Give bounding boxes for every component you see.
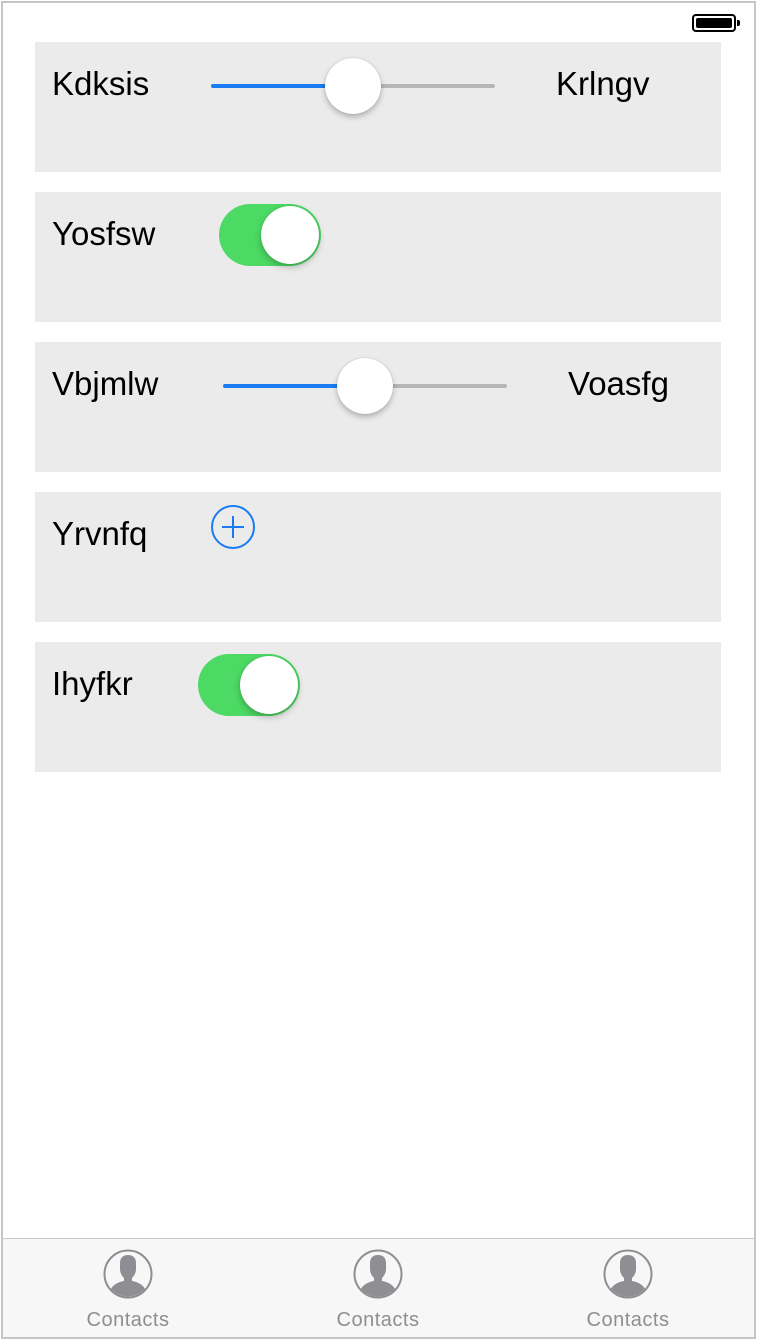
tab-contacts-1[interactable]: Contacts (3, 1239, 253, 1337)
settings-row-yrvnfq: Yrvnfq (35, 492, 721, 622)
add-button[interactable] (211, 505, 255, 549)
slider-thumb[interactable] (337, 358, 393, 414)
row-label: Vbjmlw (52, 365, 159, 402)
tab-label: Contacts (86, 1309, 170, 1331)
battery-level (696, 18, 732, 28)
slider-max-label: Krlngv (556, 65, 650, 102)
row-label: Ihyfkr (52, 665, 133, 702)
settings-row-vbjmlw: Vbjmlw Voasfg (35, 342, 721, 472)
battery-icon (692, 14, 740, 32)
row-label: Yosfsw (52, 215, 156, 252)
contact-icon (603, 1249, 653, 1299)
settings-row-yosfsw: Yosfsw (35, 192, 721, 322)
settings-row-ihyfkr: Ihyfkr (35, 642, 721, 772)
tab-label: Contacts (586, 1309, 670, 1331)
kdksis-slider[interactable] (211, 58, 495, 114)
toggle-knob (261, 206, 319, 264)
yosfsw-toggle[interactable] (219, 204, 321, 266)
toggle-knob (240, 656, 298, 714)
ihyfkr-toggle[interactable] (198, 654, 300, 716)
tab-contacts-3[interactable]: Contacts (503, 1239, 753, 1337)
app-screen: Kdksis Krlngv Yosfsw Vbjmlw Voasfg Yrvnf… (1, 1, 756, 1339)
contact-icon (103, 1249, 153, 1299)
vbjmlw-slider[interactable] (223, 358, 507, 414)
row-label: Kdksis (52, 65, 150, 102)
settings-row-kdksis: Kdksis Krlngv (35, 42, 721, 172)
slider-max-label: Voasfg (568, 365, 669, 402)
tab-bar: Contacts Contacts Contacts (3, 1238, 754, 1337)
slider-thumb[interactable] (325, 58, 381, 114)
tab-contacts-2[interactable]: Contacts (253, 1239, 503, 1337)
contact-icon (353, 1249, 403, 1299)
battery-nub (737, 20, 740, 26)
plus-circle-icon (222, 516, 244, 538)
tab-label: Contacts (336, 1309, 420, 1331)
row-label: Yrvnfq (52, 515, 148, 552)
